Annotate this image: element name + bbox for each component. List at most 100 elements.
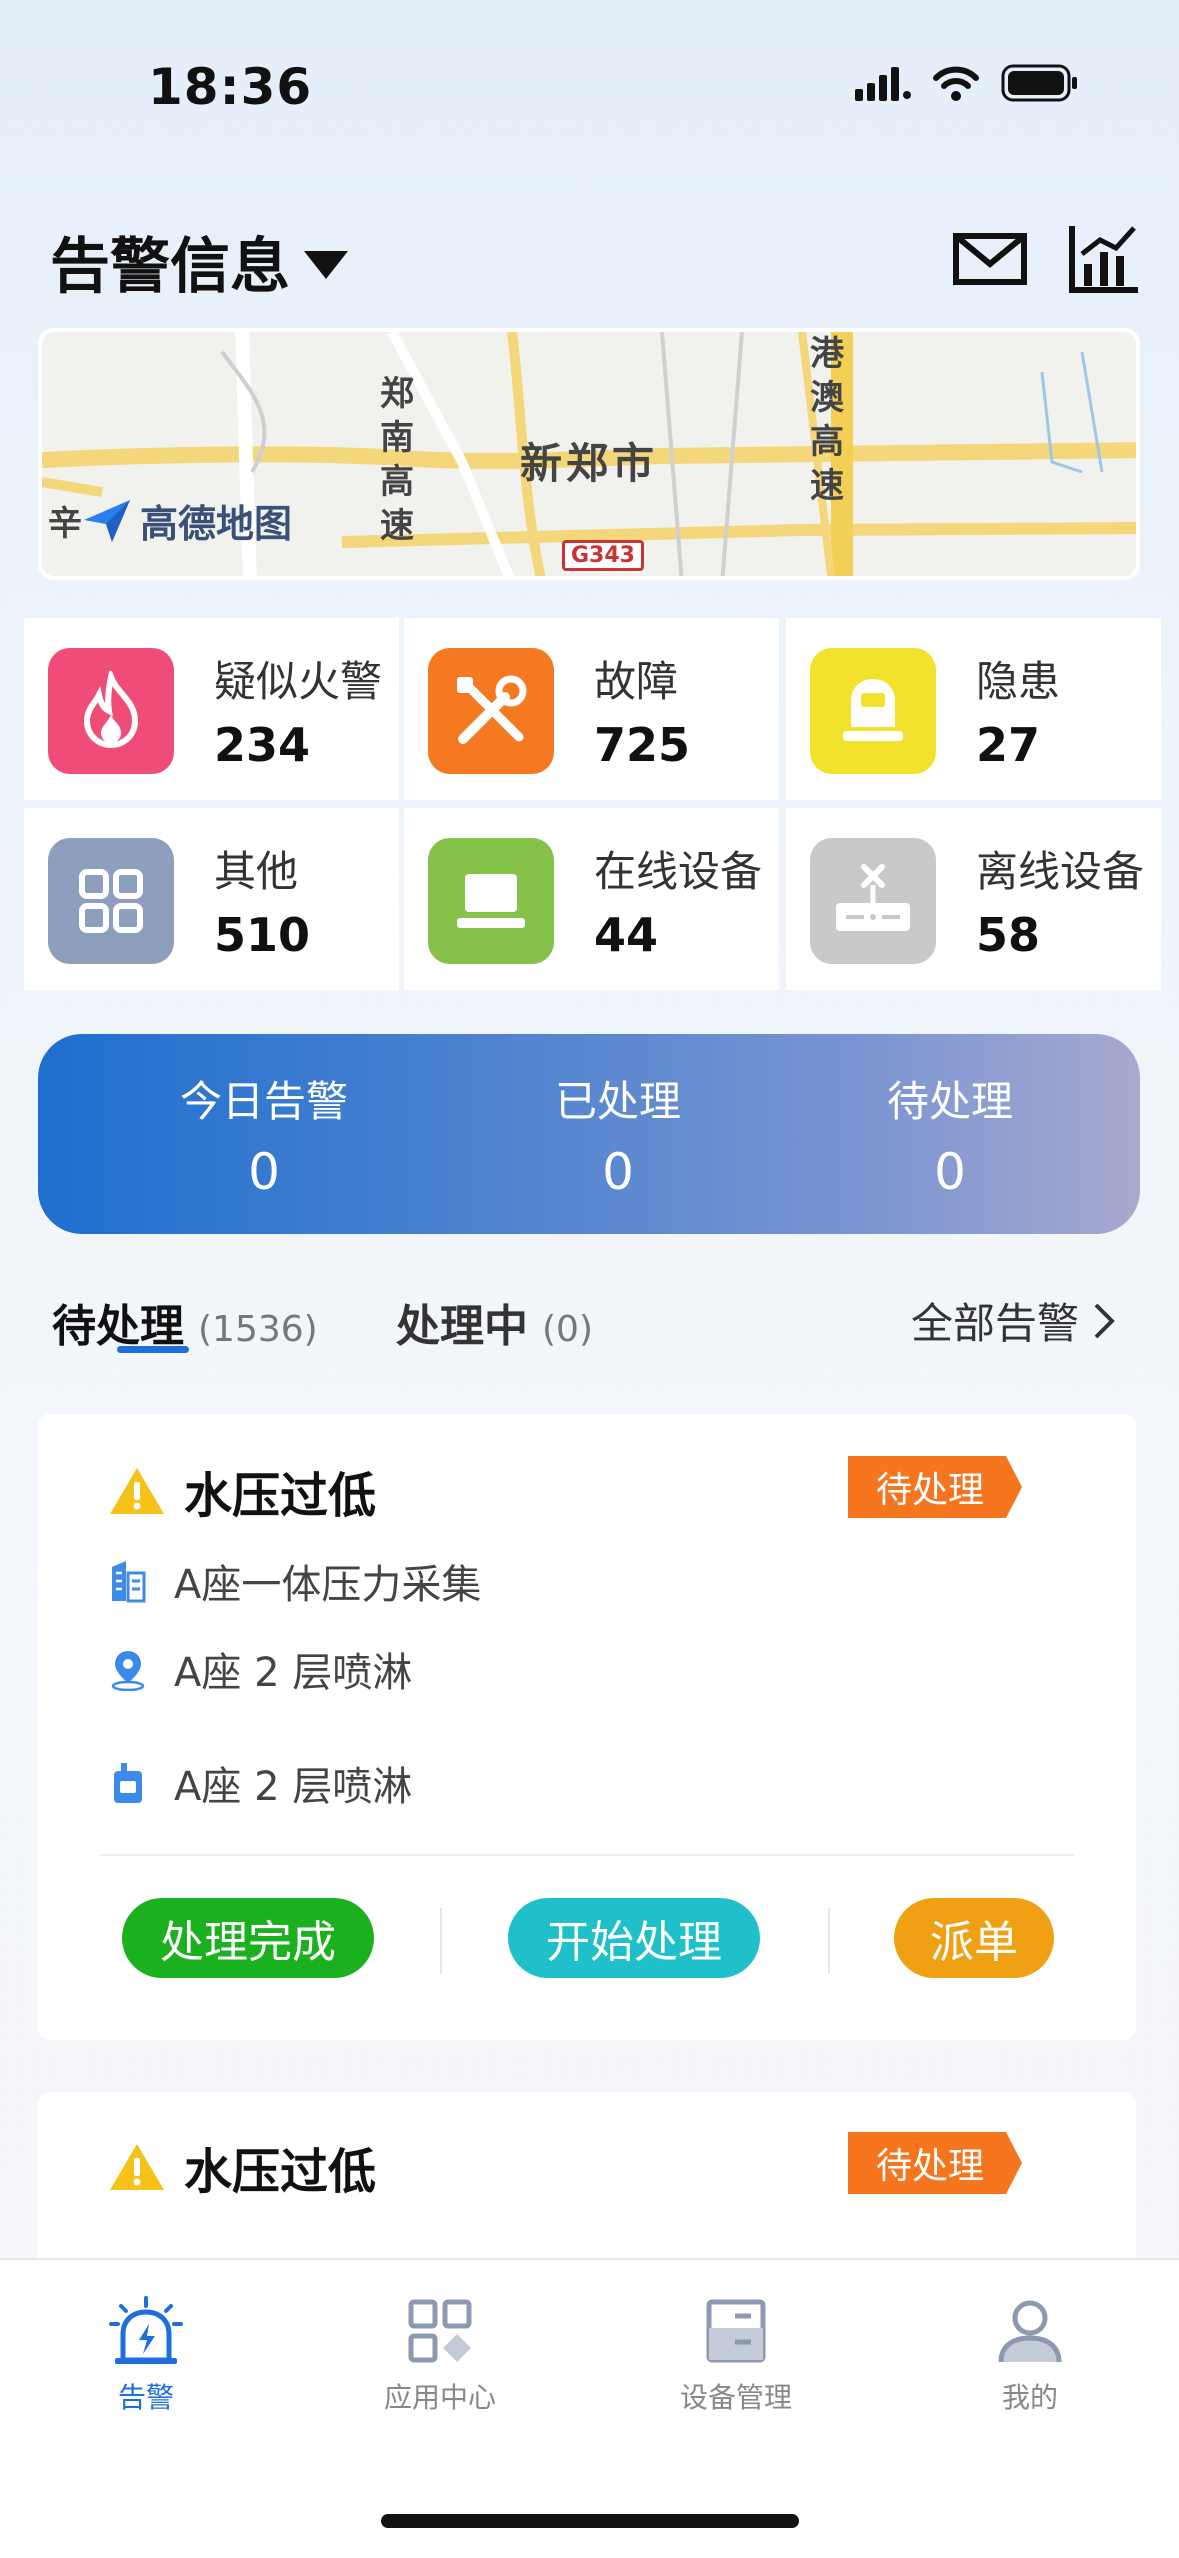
tools-icon xyxy=(428,648,554,774)
summary-handled-label: 已处理 xyxy=(554,1077,681,1126)
nav-label: 设备管理 xyxy=(679,2381,792,2414)
map-partial-label: 辛 xyxy=(48,504,82,544)
stat-card-fire[interactable]: 疑似火警 234 xyxy=(24,618,399,800)
map-logo: 高德地图 xyxy=(82,493,292,548)
summary-today-label: 今日告警 xyxy=(179,1077,348,1126)
all-alerts-link[interactable]: 全部告警 xyxy=(911,1290,1115,1351)
complete-button[interactable]: 处理完成 xyxy=(122,1898,374,1978)
nav-label: 我的 xyxy=(1001,2381,1058,2414)
summary-today-value: 0 xyxy=(248,1143,280,1201)
device-icon xyxy=(706,2299,766,2363)
map-view[interactable]: 新郑市 郑南高速 港澳高速 G343 辛 高德地图 xyxy=(38,328,1140,580)
map-logo-text: 高德地图 xyxy=(140,502,293,546)
chevron-right-icon xyxy=(1094,1303,1115,1338)
profile-icon xyxy=(998,2300,1062,2363)
tab-processing[interactable]: 处理中 (0) xyxy=(396,1290,593,1354)
stat-value: 510 xyxy=(214,908,311,962)
all-alerts-label: 全部告警 xyxy=(910,1299,1079,1348)
hazard-icon xyxy=(810,648,936,774)
status-icons xyxy=(855,64,1079,102)
alert-system-row: A座 2 层喷淋 xyxy=(108,1754,412,1812)
alarm-icon xyxy=(109,2296,183,2364)
stat-card-other[interactable]: 其他 510 xyxy=(24,808,399,990)
summary-pending-value: 0 xyxy=(934,1143,966,1201)
nav-label: 应用中心 xyxy=(383,2381,496,2414)
alert-location-text: A座 2 层喷淋 xyxy=(174,1650,413,1696)
nav-label: 告警 xyxy=(117,2381,174,2414)
alert-device-row: A座一体压力采集 xyxy=(108,1552,481,1610)
stat-label: 故障 xyxy=(594,657,679,706)
page-title[interactable]: 告警信息 xyxy=(50,218,348,305)
stat-value: 725 xyxy=(594,718,691,772)
map-road-tag: G343 xyxy=(562,540,644,571)
stat-label: 疑似火警 xyxy=(214,657,383,706)
nav-item-profile[interactable]: 我的 xyxy=(930,2296,1130,2416)
laptop-icon xyxy=(428,838,554,964)
stat-label: 隐患 xyxy=(976,657,1061,706)
nav-item-devices[interactable]: 设备管理 xyxy=(636,2296,836,2416)
alert-card[interactable]: 水压过低 待处理 A座一体压力采集 A座 2 层喷淋 A座 2 层喷淋 处理完成… xyxy=(38,1414,1136,2040)
stat-label: 其他 xyxy=(214,847,299,896)
summary-handled-value: 0 xyxy=(602,1143,634,1201)
summary-pending: 待处理 0 xyxy=(800,1068,1100,1201)
device-tag-icon xyxy=(114,1763,142,1803)
stat-card-hazard[interactable]: 隐患 27 xyxy=(786,618,1161,800)
grid-icon xyxy=(48,838,174,964)
nav-item-alarm[interactable]: 告警 xyxy=(46,2296,246,2416)
stat-label: 在线设备 xyxy=(594,847,763,896)
tab-pending[interactable]: 待处理 (1536) xyxy=(52,1290,318,1354)
summary-handled: 已处理 0 xyxy=(468,1068,768,1201)
alert-summary-banner: 今日告警 0 已处理 0 待处理 0 xyxy=(38,1034,1140,1234)
flame-icon xyxy=(48,648,174,774)
stat-label: 离线设备 xyxy=(976,847,1145,896)
tab-pending-label: 待处理 xyxy=(52,1301,184,1352)
summary-pending-label: 待处理 xyxy=(886,1077,1013,1126)
alert-device-text: A座一体压力采集 xyxy=(174,1562,482,1608)
alert-title-text: 水压过低 xyxy=(184,1468,377,1524)
bottom-nav: 告警 应用中心 设备管理 我的 xyxy=(0,2258,1179,2558)
map-city-label: 新郑市 xyxy=(520,439,659,488)
tab-processing-label: 处理中 xyxy=(396,1301,528,1352)
wifi-icon xyxy=(933,66,979,101)
offline-device-icon xyxy=(810,838,936,964)
tab-pending-count: (1536) xyxy=(198,1309,318,1350)
dispatch-button[interactable]: 派单 xyxy=(894,1898,1054,1978)
warning-icon xyxy=(110,2144,164,2190)
stat-value: 27 xyxy=(976,718,1041,772)
signal-icon xyxy=(855,67,911,101)
chart-icon[interactable] xyxy=(1064,218,1144,298)
status-badge: 待处理 xyxy=(848,2132,1022,2194)
stat-card-offline[interactable]: 离线设备 58 xyxy=(786,808,1161,990)
map-road-right-label: 港澳高速 xyxy=(810,334,844,506)
active-tab-indicator xyxy=(117,1346,189,1353)
home-indicator[interactable] xyxy=(381,2514,799,2528)
apps-icon xyxy=(408,2299,472,2363)
alert-title: 水压过低 xyxy=(108,1456,376,1526)
warning-icon xyxy=(110,1468,164,1514)
stat-value: 234 xyxy=(214,718,311,772)
building-icon xyxy=(112,1561,146,1603)
mail-icon[interactable] xyxy=(950,218,1030,298)
status-badge: 待处理 xyxy=(848,1456,1022,1518)
alert-location-row: A座 2 层喷淋 xyxy=(108,1640,412,1698)
status-time: 18:36 xyxy=(148,58,313,116)
location-pin-icon xyxy=(111,1651,145,1691)
stat-card-online[interactable]: 在线设备 44 xyxy=(404,808,779,990)
stat-value: 58 xyxy=(976,908,1041,962)
start-processing-button[interactable]: 开始处理 xyxy=(508,1898,760,1978)
map-road-left-label: 郑南高速 xyxy=(380,374,414,546)
battery-icon xyxy=(1001,64,1077,102)
page-title-text: 告警信息 xyxy=(50,232,290,302)
stat-value: 44 xyxy=(594,908,659,962)
amap-logo-icon xyxy=(84,499,130,542)
summary-today: 今日告警 0 xyxy=(114,1068,414,1201)
button-separator xyxy=(828,1908,830,1974)
alert-system-text: A座 2 层喷淋 xyxy=(174,1764,413,1810)
alert-title: 水压过低 xyxy=(108,2132,376,2202)
caret-down-icon xyxy=(304,250,348,279)
stat-card-fault[interactable]: 故障 725 xyxy=(404,618,779,800)
nav-item-apps[interactable]: 应用中心 xyxy=(340,2296,540,2416)
card-divider xyxy=(100,1854,1074,1856)
button-separator xyxy=(440,1908,442,1974)
alert-title-text: 水压过低 xyxy=(184,2144,377,2200)
